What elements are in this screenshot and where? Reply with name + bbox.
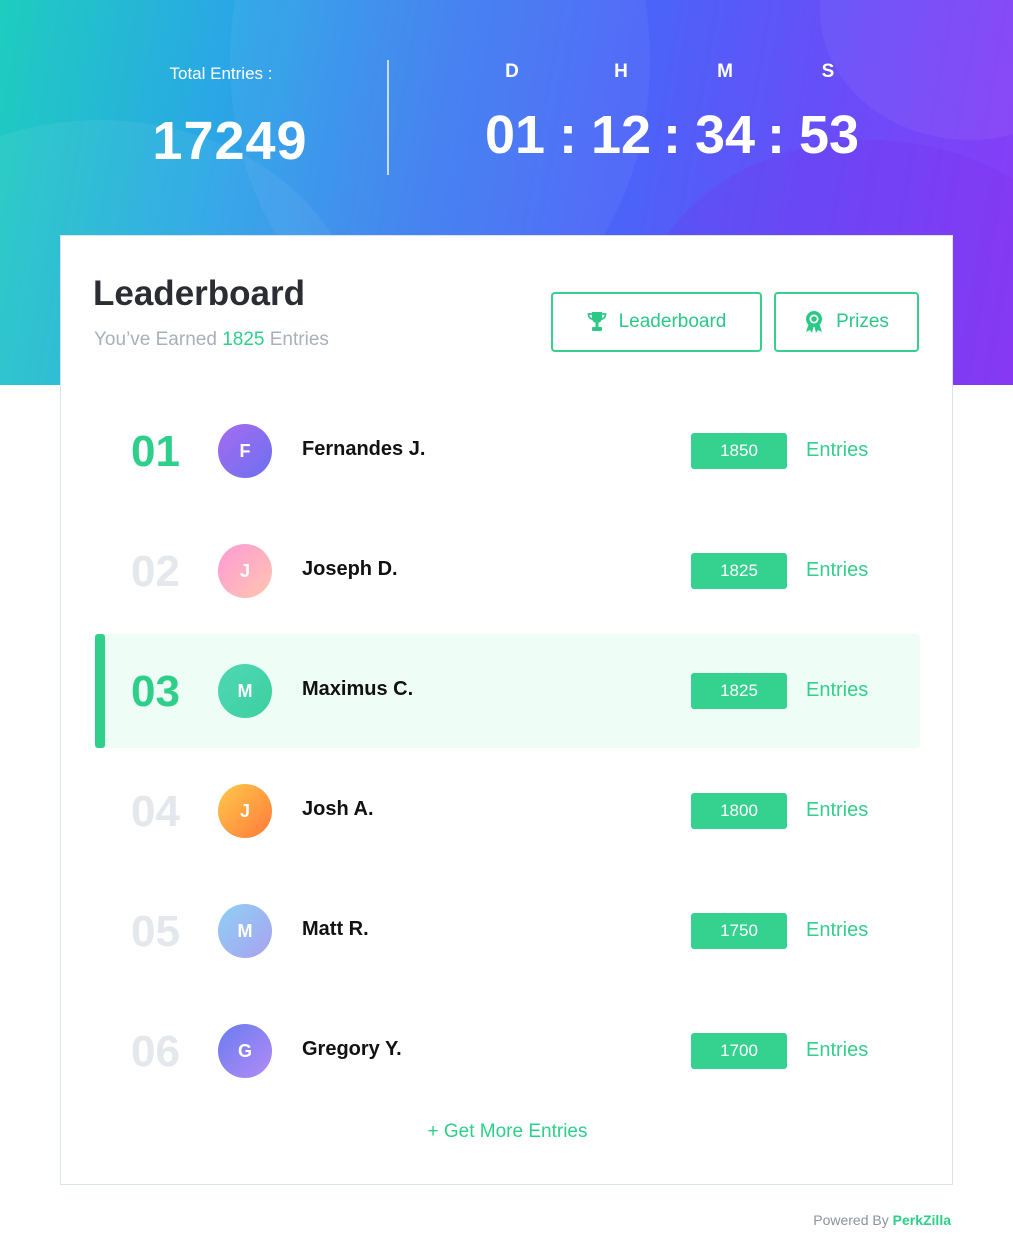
get-more-entries-link[interactable]: + Get More Entries — [61, 1121, 954, 1143]
entries-label: Entries — [806, 559, 869, 581]
prizes-tab-label: Prizes — [836, 311, 889, 332]
avatar: J — [218, 784, 272, 838]
leaderboard-row-current-user[interactable]: 03 M Maximus C. 1825 Entries — [95, 634, 920, 748]
leaderboard-card: Leaderboard You’ve Earned 1825 Entries L… — [60, 235, 953, 1185]
entries-label: Entries — [806, 799, 869, 821]
player-name: Maximus C. — [302, 678, 414, 700]
total-entries-label: Total Entries : — [169, 64, 273, 83]
leaderboard-row[interactable]: 02 J Joseph D. 1825 Entries — [95, 514, 920, 628]
countdown-separator: : — [767, 105, 785, 165]
countdown-minutes-label: M — [717, 61, 733, 82]
rank-number: 02 — [131, 547, 180, 596]
countdown-seconds-label: S — [821, 61, 835, 82]
prizes-tab-button[interactable]: Prizes — [774, 292, 919, 352]
leaderboard-tab-button[interactable]: Leaderboard — [551, 292, 762, 352]
leaderboard-row[interactable]: 05 M Matt R. 1750 Entries — [95, 874, 920, 988]
entries-label: Entries — [806, 439, 869, 461]
card-title: Leaderboard — [93, 274, 305, 313]
earned-entries-text: You’ve Earned 1825 Entries — [94, 329, 329, 351]
countdown-days-label: D — [505, 61, 519, 82]
score-badge: 1750 — [691, 913, 787, 949]
leaderboard-row[interactable]: 06 G Gregory Y. 1700 Entries — [95, 994, 920, 1108]
avatar: G — [218, 1024, 272, 1078]
countdown-separator: : — [559, 105, 577, 165]
rank-number: 05 — [131, 907, 180, 956]
countdown-hours-label: H — [614, 61, 628, 82]
highlight-bar — [95, 634, 105, 748]
avatar: F — [218, 424, 272, 478]
countdown-hours: 12 — [590, 105, 652, 165]
leaderboard-row[interactable]: 01 F Fernandes J. 1850 Entries — [95, 394, 920, 508]
rank-number: 04 — [131, 787, 180, 836]
player-name: Joseph D. — [302, 558, 398, 580]
player-name: Josh A. — [302, 798, 374, 820]
score-badge: 1800 — [691, 793, 787, 829]
leaderboard-tab-label: Leaderboard — [618, 311, 727, 332]
countdown-days: 01 — [484, 105, 546, 165]
avatar: M — [218, 664, 272, 718]
score-badge: 1700 — [691, 1033, 787, 1069]
total-entries-value: 17249 — [152, 111, 308, 171]
player-name: Fernandes J. — [302, 438, 426, 460]
countdown-separator: : — [663, 105, 681, 165]
score-badge: 1825 — [691, 673, 787, 709]
leaderboard-row[interactable]: 04 J Josh A. 1800 Entries — [95, 754, 920, 868]
trophy-icon — [587, 311, 607, 333]
earned-count: 1825 — [222, 329, 265, 350]
powered-by-footer: Powered By PerkZilla — [700, 1212, 951, 1228]
player-name: Matt R. — [302, 918, 369, 940]
earned-suffix: Entries — [269, 329, 329, 350]
entries-label: Entries — [806, 919, 869, 941]
countdown-seconds: 53 — [798, 105, 860, 165]
powered-by-text: Powered By — [813, 1212, 889, 1228]
avatar: J — [218, 544, 272, 598]
brand-link[interactable]: PerkZilla — [893, 1212, 951, 1228]
score-badge: 1825 — [691, 553, 787, 589]
score-badge: 1850 — [691, 433, 787, 469]
rank-number: 03 — [131, 667, 180, 716]
entries-label: Entries — [806, 1039, 869, 1061]
rank-number: 01 — [131, 427, 180, 476]
earned-prefix: You’ve Earned — [94, 329, 217, 350]
avatar: M — [218, 904, 272, 958]
countdown-minutes: 34 — [694, 105, 756, 165]
award-ribbon-icon — [804, 310, 824, 334]
entries-label: Entries — [806, 679, 869, 701]
hero-divider — [387, 60, 389, 175]
rank-number: 06 — [131, 1027, 180, 1076]
player-name: Gregory Y. — [302, 1038, 402, 1060]
